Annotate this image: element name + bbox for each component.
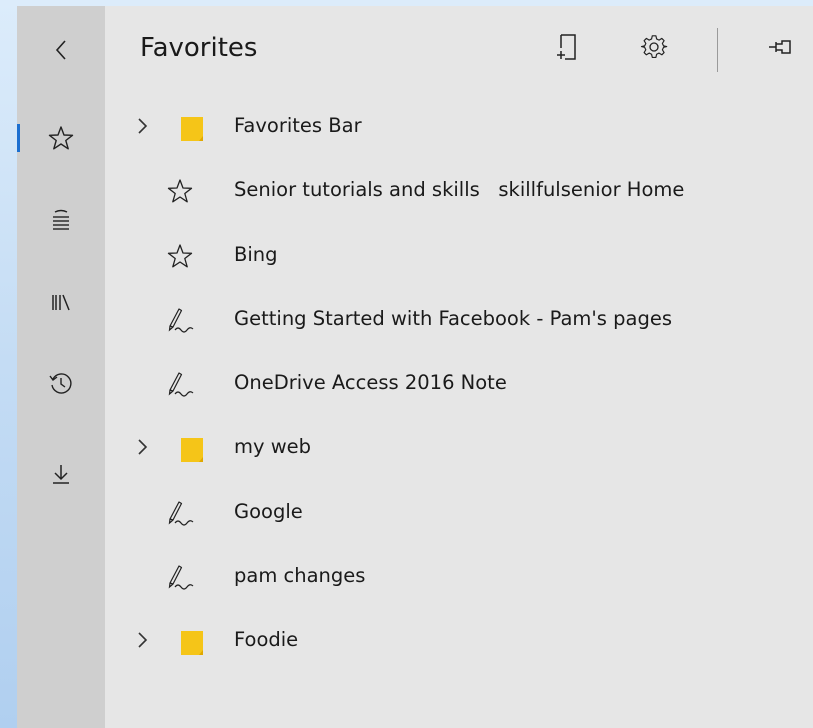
history-button[interactable] — [17, 352, 105, 416]
history-icon — [48, 371, 74, 397]
folder-icon — [181, 630, 207, 656]
pin-button[interactable] — [760, 29, 800, 69]
download-icon — [49, 462, 73, 486]
favorite-label: Bing — [234, 242, 278, 266]
star-icon — [165, 241, 195, 271]
hub-sidebar — [17, 6, 105, 728]
folder-item[interactable]: Foodie — [105, 608, 813, 672]
pen-icon — [165, 369, 195, 399]
books-icon — [49, 290, 73, 314]
back-button[interactable] — [17, 18, 105, 82]
add-favorite-icon — [553, 32, 581, 66]
favorite-label: pam changes — [234, 564, 366, 588]
favorite-item[interactable]: Google — [105, 480, 813, 544]
pin-icon — [768, 37, 792, 61]
favorite-label: OneDrive Access 2016 Note — [234, 371, 507, 395]
folder-icon — [181, 116, 207, 142]
chevron-right-icon[interactable] — [132, 630, 152, 650]
downloads-button[interactable] — [17, 442, 105, 506]
reading-list-button[interactable] — [17, 188, 105, 252]
add-to-favorites-button[interactable] — [547, 29, 587, 69]
reading-list-icon — [49, 208, 73, 232]
gear-icon — [640, 33, 668, 65]
books-button[interactable] — [17, 270, 105, 334]
folder-icon — [181, 437, 207, 463]
favorite-label: Google — [234, 499, 303, 523]
favorite-label: Senior tutorials and skills skillfulseni… — [234, 178, 685, 202]
settings-button[interactable] — [634, 29, 674, 69]
panel-header: Favorites — [105, 6, 813, 96]
pen-icon — [165, 305, 195, 335]
chevron-left-icon — [51, 38, 71, 62]
star-icon — [48, 125, 74, 151]
folder-item[interactable]: my web — [105, 415, 813, 479]
favorite-label: Getting Started with Facebook - Pam's pa… — [234, 306, 672, 330]
folder-label: Favorites Bar — [234, 114, 362, 137]
chevron-right-icon[interactable] — [132, 437, 152, 457]
favorites-list: Favorites Bar Senior tutorials and skill… — [105, 94, 813, 673]
pen-icon — [165, 498, 195, 528]
favorites-hub-button[interactable] — [17, 106, 105, 170]
favorite-item[interactable]: Bing — [105, 223, 813, 287]
pen-icon — [165, 562, 195, 592]
favorite-item[interactable]: Senior tutorials and skills skillfulseni… — [105, 158, 813, 222]
favorite-item[interactable]: pam changes — [105, 544, 813, 608]
chevron-right-icon[interactable] — [132, 116, 152, 136]
folder-item[interactable]: Favorites Bar — [105, 94, 813, 158]
folder-label: my web — [234, 435, 312, 459]
favorite-item[interactable]: OneDrive Access 2016 Note — [105, 351, 813, 415]
favorite-item[interactable]: Getting Started with Facebook - Pam's pa… — [105, 287, 813, 351]
header-divider — [717, 28, 718, 72]
folder-label: Foodie — [234, 628, 299, 652]
favorites-panel: Favorites Favorites Bar Senior tutorials… — [105, 6, 813, 728]
star-icon — [165, 176, 195, 206]
page-title: Favorites — [140, 33, 258, 63]
